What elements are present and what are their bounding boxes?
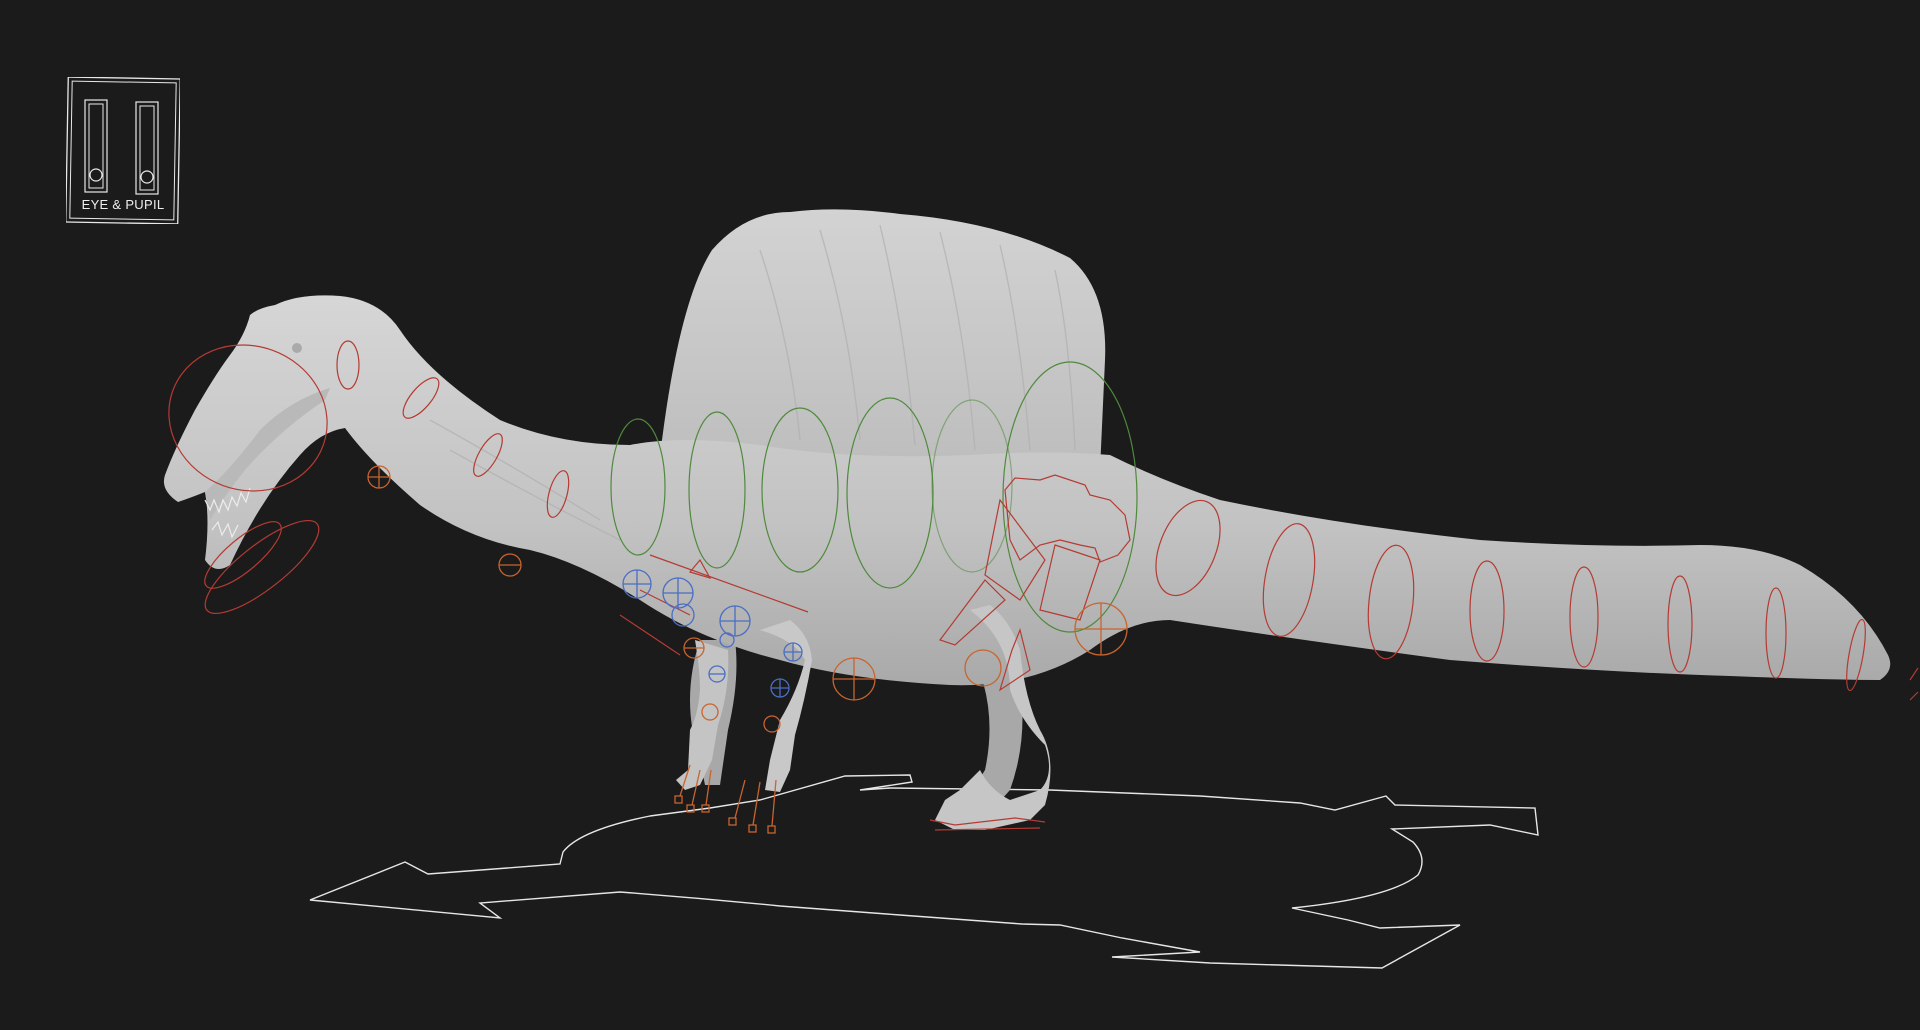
right-eye-slider[interactable] — [135, 101, 159, 195]
3d-viewport[interactable]: EYE & PUPIL — [0, 0, 1920, 1025]
root-ground-control[interactable] — [309, 774, 1539, 969]
left-eye-slider[interactable] — [84, 99, 108, 193]
viewport-scene — [163, 209, 1919, 969]
dinosaur-sail — [660, 209, 1106, 470]
dinosaur-model[interactable] — [163, 209, 1891, 830]
eye-pupil-control-panel[interactable]: EYE & PUPIL — [65, 76, 181, 225]
eye-pupil-label: EYE & PUPIL — [81, 197, 165, 212]
